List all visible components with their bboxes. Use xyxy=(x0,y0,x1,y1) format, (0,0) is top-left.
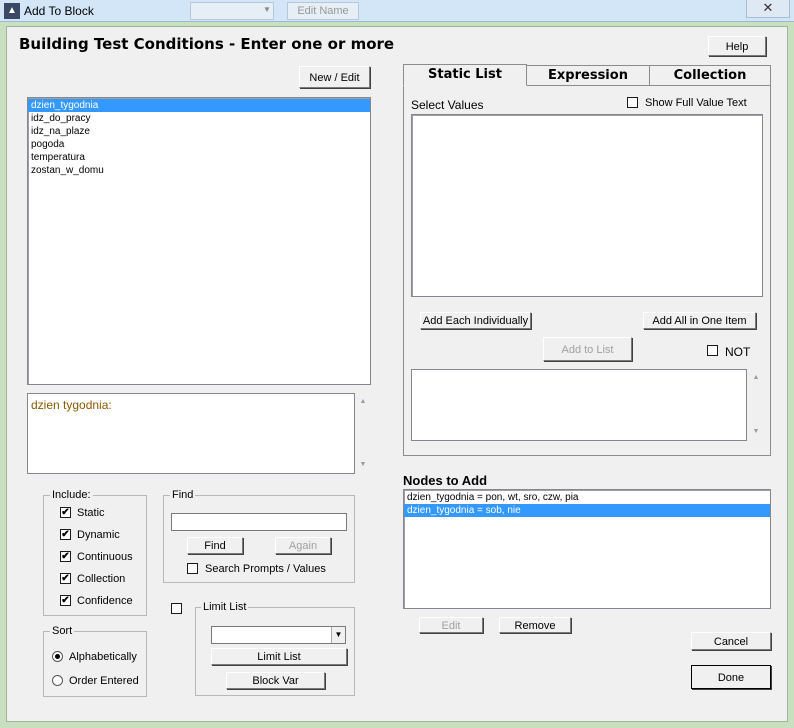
include-dynamic-checkbox[interactable]: ✔ xyxy=(60,529,71,540)
sort-option-radio[interactable] xyxy=(52,675,63,686)
block-var-button[interactable]: Block Var xyxy=(226,672,325,689)
limit-list-button[interactable]: Limit List xyxy=(211,648,347,665)
scroll-down-icon[interactable]: ▼ xyxy=(751,428,761,435)
remove-node-button[interactable]: Remove xyxy=(499,617,571,633)
chevron-down-icon: ▼ xyxy=(263,5,271,14)
variable-list-item[interactable]: idz_na_plaze xyxy=(28,125,370,138)
radio-selected-dot xyxy=(55,654,60,659)
include-dynamic-label: Dynamic xyxy=(77,529,120,541)
add-to-list-button[interactable]: Add to List xyxy=(543,337,632,361)
value-preview-box[interactable] xyxy=(411,369,747,441)
sort-option-radio[interactable] xyxy=(52,651,63,662)
add-each-individually-button[interactable]: Add Each Individually xyxy=(420,312,531,329)
sort-option-label: Alphabetically xyxy=(69,651,137,663)
done-button[interactable]: Done xyxy=(691,665,771,689)
variable-list-item[interactable]: idz_do_pracy xyxy=(28,112,370,125)
background-edit-name-button: Edit Name xyxy=(287,2,359,20)
variable-list-item[interactable]: temperatura xyxy=(28,151,370,164)
cancel-button[interactable]: Cancel xyxy=(691,632,771,650)
include-collection-label: Collection xyxy=(77,573,126,585)
find-input[interactable] xyxy=(171,513,347,531)
include-confidence-checkbox[interactable]: ✔ xyxy=(60,595,71,606)
variable-list-item[interactable]: pogoda xyxy=(28,138,370,151)
again-button[interactable]: Again xyxy=(275,537,331,554)
scroll-up-icon[interactable]: ▲ xyxy=(358,398,368,405)
sort-legend: Sort xyxy=(50,625,75,637)
include-legend: Include: xyxy=(50,489,93,501)
nodes-list[interactable]: dzien_tygodnia = pon, wt, sro, czw, pia d… xyxy=(403,489,771,609)
select-values-label: Select Values xyxy=(411,98,484,112)
show-full-value-label: Show Full Value Text xyxy=(645,97,747,109)
description-text: dzien tygodnia: xyxy=(31,398,112,412)
scroll-down-icon[interactable]: ▼ xyxy=(358,461,368,468)
variable-list[interactable]: dzien_tygodnia idz_do_pracy idz_na_plaze po… xyxy=(27,97,371,385)
include-static-checkbox[interactable]: ✔ xyxy=(60,507,71,518)
find-legend: Find xyxy=(170,489,196,501)
limit-list-legend: Limit List xyxy=(201,601,249,613)
select-values-list[interactable] xyxy=(411,114,763,297)
description-box[interactable]: dzien tygodnia: xyxy=(27,393,355,474)
dialog-heading: Building Test Conditions - Enter one or … xyxy=(19,35,395,53)
not-label: NOT xyxy=(725,345,751,359)
new-edit-button[interactable]: New / Edit xyxy=(299,66,370,88)
tab-static-list[interactable]: Static List xyxy=(403,64,527,86)
node-list-item[interactable]: dzien_tygodnia = pon, wt, sro, czw, pia xyxy=(404,491,770,504)
search-prompts-checkbox[interactable] xyxy=(187,563,198,574)
limit-list-checkbox[interactable] xyxy=(171,603,182,614)
include-continuous-label: Continuous xyxy=(77,551,133,563)
sort-option-label: Order Entered xyxy=(69,675,139,687)
tab-collection[interactable]: Collection xyxy=(649,65,771,85)
add-all-in-one-button[interactable]: Add All in One Item xyxy=(643,312,756,329)
edit-node-button[interactable]: Edit xyxy=(419,617,483,633)
title-bar xyxy=(0,0,794,22)
tab-expression[interactable]: Expression xyxy=(526,65,650,85)
variable-list-item[interactable]: dzien_tygodnia xyxy=(28,99,370,112)
variable-list-item[interactable]: zostan_w_domu xyxy=(28,164,370,177)
show-full-value-checkbox[interactable] xyxy=(627,97,638,108)
nodes-to-add-label: Nodes to Add xyxy=(403,473,488,488)
limit-list-select[interactable]: ▼ xyxy=(211,626,346,644)
find-button[interactable]: Find xyxy=(187,537,243,554)
scroll-up-icon[interactable]: ▲ xyxy=(751,374,761,381)
node-list-item[interactable]: dzien_tygodnia = sob, nie xyxy=(404,504,770,517)
help-button[interactable]: Help xyxy=(708,36,766,56)
search-prompts-label: Search Prompts / Values xyxy=(205,563,326,575)
not-checkbox[interactable] xyxy=(707,345,718,356)
chevron-down-icon[interactable]: ▼ xyxy=(331,627,345,643)
app-icon: ▲ xyxy=(4,3,20,19)
include-confidence-label: Confidence xyxy=(77,595,133,607)
sort-group xyxy=(43,631,147,697)
close-button[interactable]: ✕ xyxy=(746,0,790,18)
include-static-label: Static xyxy=(77,507,105,519)
window-title: Add To Block xyxy=(24,4,94,18)
include-collection-checkbox[interactable]: ✔ xyxy=(60,573,71,584)
include-continuous-checkbox[interactable]: ✔ xyxy=(60,551,71,562)
